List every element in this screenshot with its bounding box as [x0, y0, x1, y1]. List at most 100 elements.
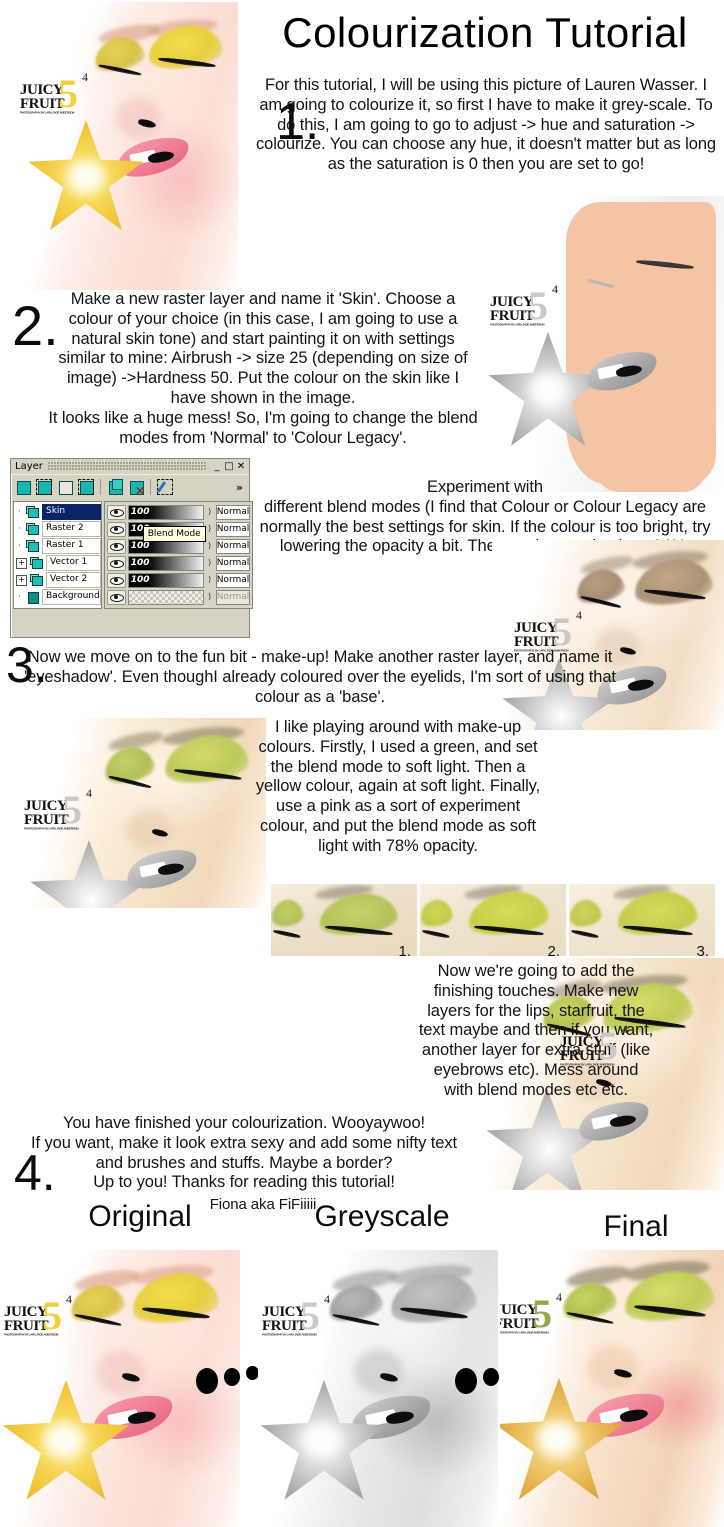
layer-name[interactable]: Raster 1 [42, 538, 101, 554]
watermark-big-number: 5 [58, 71, 78, 116]
layer-name[interactable]: Background [42, 589, 101, 605]
tree-connector: · [18, 524, 21, 534]
layer-properties-row[interactable]: 100 ⟩ Normal [106, 555, 251, 571]
layer-row-background[interactable]: · Background [16, 589, 101, 605]
eye-thumb-2: 2. [420, 884, 566, 956]
watermark-credit: PHOTOGRAPHY BY LARA JADE ANDERSON [24, 826, 79, 830]
duplicate-layer-icon[interactable] [106, 478, 124, 496]
layer-properties-row[interactable]: 100 ⟩ Normal [106, 504, 251, 520]
expand-toggle-icon[interactable]: + [16, 557, 27, 569]
layer-row-vector-2[interactable]: + Vector 2 [16, 572, 101, 588]
layer-properties-row[interactable]: ⟩ Normal [106, 589, 251, 605]
visibility-toggle-icon[interactable] [106, 538, 126, 554]
layer-name-column[interactable]: · Skin · Raster 2 · Raster 1 + Vector 1 … [13, 501, 102, 609]
visibility-toggle-icon[interactable] [106, 555, 126, 571]
comparison-label-original: Original [88, 1200, 192, 1233]
watermark-big-number: 5 [532, 1291, 552, 1336]
slider-thumb-icon[interactable]: ⟩ [206, 542, 214, 550]
watermark-superscript: 4 [622, 1022, 628, 1036]
layer-palette-toolbar[interactable]: ✕ » [11, 474, 249, 499]
opacity-value: 100 [130, 557, 150, 568]
toolbar-overflow-icon[interactable]: » [236, 481, 246, 494]
close-button[interactable]: ✕ [235, 461, 247, 473]
titlebar-grip[interactable] [47, 462, 206, 471]
visibility-toggle-icon[interactable] [106, 572, 126, 588]
blend-mode-select[interactable]: Normal [215, 521, 251, 537]
step-2-text: Make a new raster layer and name it 'Ski… [48, 290, 478, 447]
layer-name[interactable]: Vector 2 [46, 572, 101, 588]
blend-mode-select[interactable]: Normal [215, 572, 251, 588]
opacity-slider[interactable]: 100 [127, 572, 204, 588]
watermark-superscript: 4 [86, 786, 92, 800]
slider-thumb-icon[interactable]: ⟩ [206, 525, 214, 533]
opacity-slider[interactable]: 100 [127, 504, 204, 520]
layer-properties-icon[interactable] [156, 478, 174, 496]
watermark-logo: JUICY FRUIT PHOTOGRAPHY BY LARA JADE AND… [20, 71, 90, 114]
visibility-toggle-icon[interactable] [106, 589, 126, 605]
new-art-media-layer-icon[interactable] [77, 478, 95, 496]
layer-properties-row[interactable]: 100 ⟩ Normal [106, 572, 251, 588]
layer-palette-window[interactable]: Layer _ □ ✕ ✕ » · Skin · Raster 2 · Rast… [10, 458, 254, 638]
expand-toggle-icon[interactable]: + [16, 574, 27, 586]
layer-properties-column[interactable]: 100 ⟩ Normal 100 ⟩ Normal 100 ⟩ Normal 1… [103, 501, 254, 609]
step-3-text: Now we move on to the fun bit - make-up!… [24, 648, 616, 706]
visibility-toggle-icon[interactable] [106, 521, 126, 537]
slider-thumb-icon[interactable]: ⟩ [206, 593, 214, 601]
new-raster-layer-icon[interactable] [14, 478, 32, 496]
blend-mode-select[interactable]: Normal [215, 589, 251, 605]
opacity-value: 100 [130, 506, 150, 517]
eye-thumb-2-label: 2. [547, 943, 560, 956]
new-vector-layer-icon[interactable] [35, 478, 53, 496]
layer-row-raster-1[interactable]: · Raster 1 [16, 538, 101, 554]
watermark-big-number: 5 [62, 787, 82, 832]
opacity-slider[interactable] [127, 589, 204, 605]
opacity-value: 100 [130, 574, 150, 585]
maximize-button[interactable]: □ [223, 461, 235, 473]
layer-name[interactable]: Vector 1 [46, 555, 101, 571]
watermark-credit: PHOTOGRAPHY BY LARA JADE ANDERSON [4, 1332, 59, 1336]
opacity-slider[interactable]: 100 [127, 555, 204, 571]
tree-connector: · [18, 592, 21, 602]
new-mask-layer-icon[interactable] [56, 478, 74, 496]
comparison-photo-final: JUICY FRUIT PHOTOGRAPHY BY LARA JADE AND… [500, 1250, 724, 1527]
blend-mode-select[interactable]: Normal [215, 555, 251, 571]
photo-step3-green-eyeshadow: JUICY FRUIT PHOTOGRAPHY BY LARA JADE AND… [16, 718, 266, 908]
blend-mode-select[interactable]: Normal [215, 504, 251, 520]
blend-mode-select[interactable]: Normal [215, 538, 251, 554]
toolbar-separator [150, 479, 151, 495]
photo-step1-original: JUICY FRUIT PHOTOGRAPHY BY LARA JADE AND… [20, 2, 238, 290]
tree-connector: · [18, 541, 21, 551]
eye-thumb-1: 1. [271, 884, 417, 956]
layer-name[interactable]: Skin [42, 504, 101, 520]
tutorial-page: JUICY FRUIT PHOTOGRAPHY BY LARA JADE AND… [0, 0, 724, 1527]
eye-thumb-3: 3. [569, 884, 715, 956]
layer-row-skin[interactable]: · Skin [16, 504, 101, 520]
step-4-text: You have finished your colourization. Wo… [31, 1114, 457, 1192]
layer-name[interactable]: Raster 2 [42, 521, 101, 537]
eye-thumb-1-label: 1. [398, 943, 411, 956]
raster-layer-icon [26, 523, 39, 535]
watermark-superscript: 4 [576, 608, 582, 622]
layer-row-raster-2[interactable]: · Raster 2 [16, 521, 101, 537]
watermark-credit: PHOTOGRAPHY BY LARA JADE ANDERSON [560, 1062, 615, 1066]
layer-palette-title: Layer [15, 461, 43, 472]
layer-palette-titlebar[interactable]: Layer _ □ ✕ [11, 459, 249, 474]
photo-step2-skin-mess: JUICY FRUIT PHOTOGRAPHY BY LARA JADE AND… [478, 196, 724, 492]
slider-thumb-icon[interactable]: ⟩ [206, 576, 214, 584]
comparison-label-greyscale: Greyscale [314, 1200, 450, 1233]
eye-thumb-3-label: 3. [696, 943, 709, 956]
delete-layer-icon[interactable]: ✕ [127, 478, 145, 497]
raster-layer-icon [26, 540, 39, 552]
minimize-button[interactable]: _ [211, 461, 223, 473]
slider-thumb-icon[interactable]: ⟩ [206, 508, 214, 516]
slider-thumb-icon[interactable]: ⟩ [206, 559, 214, 567]
watermark-superscript: 4 [552, 282, 558, 296]
background-layer-icon [26, 591, 39, 604]
watermark-superscript: 4 [556, 1290, 562, 1304]
layer-row-vector-1[interactable]: + Vector 1 [16, 555, 101, 571]
page-title: Colourization Tutorial [282, 9, 688, 56]
visibility-toggle-icon[interactable] [106, 504, 126, 520]
watermark-superscript: 4 [82, 70, 88, 84]
finishing-touches-note: Now we're going to add the finishing tou… [418, 962, 654, 1099]
watermark-big-number: 5 [552, 609, 572, 654]
